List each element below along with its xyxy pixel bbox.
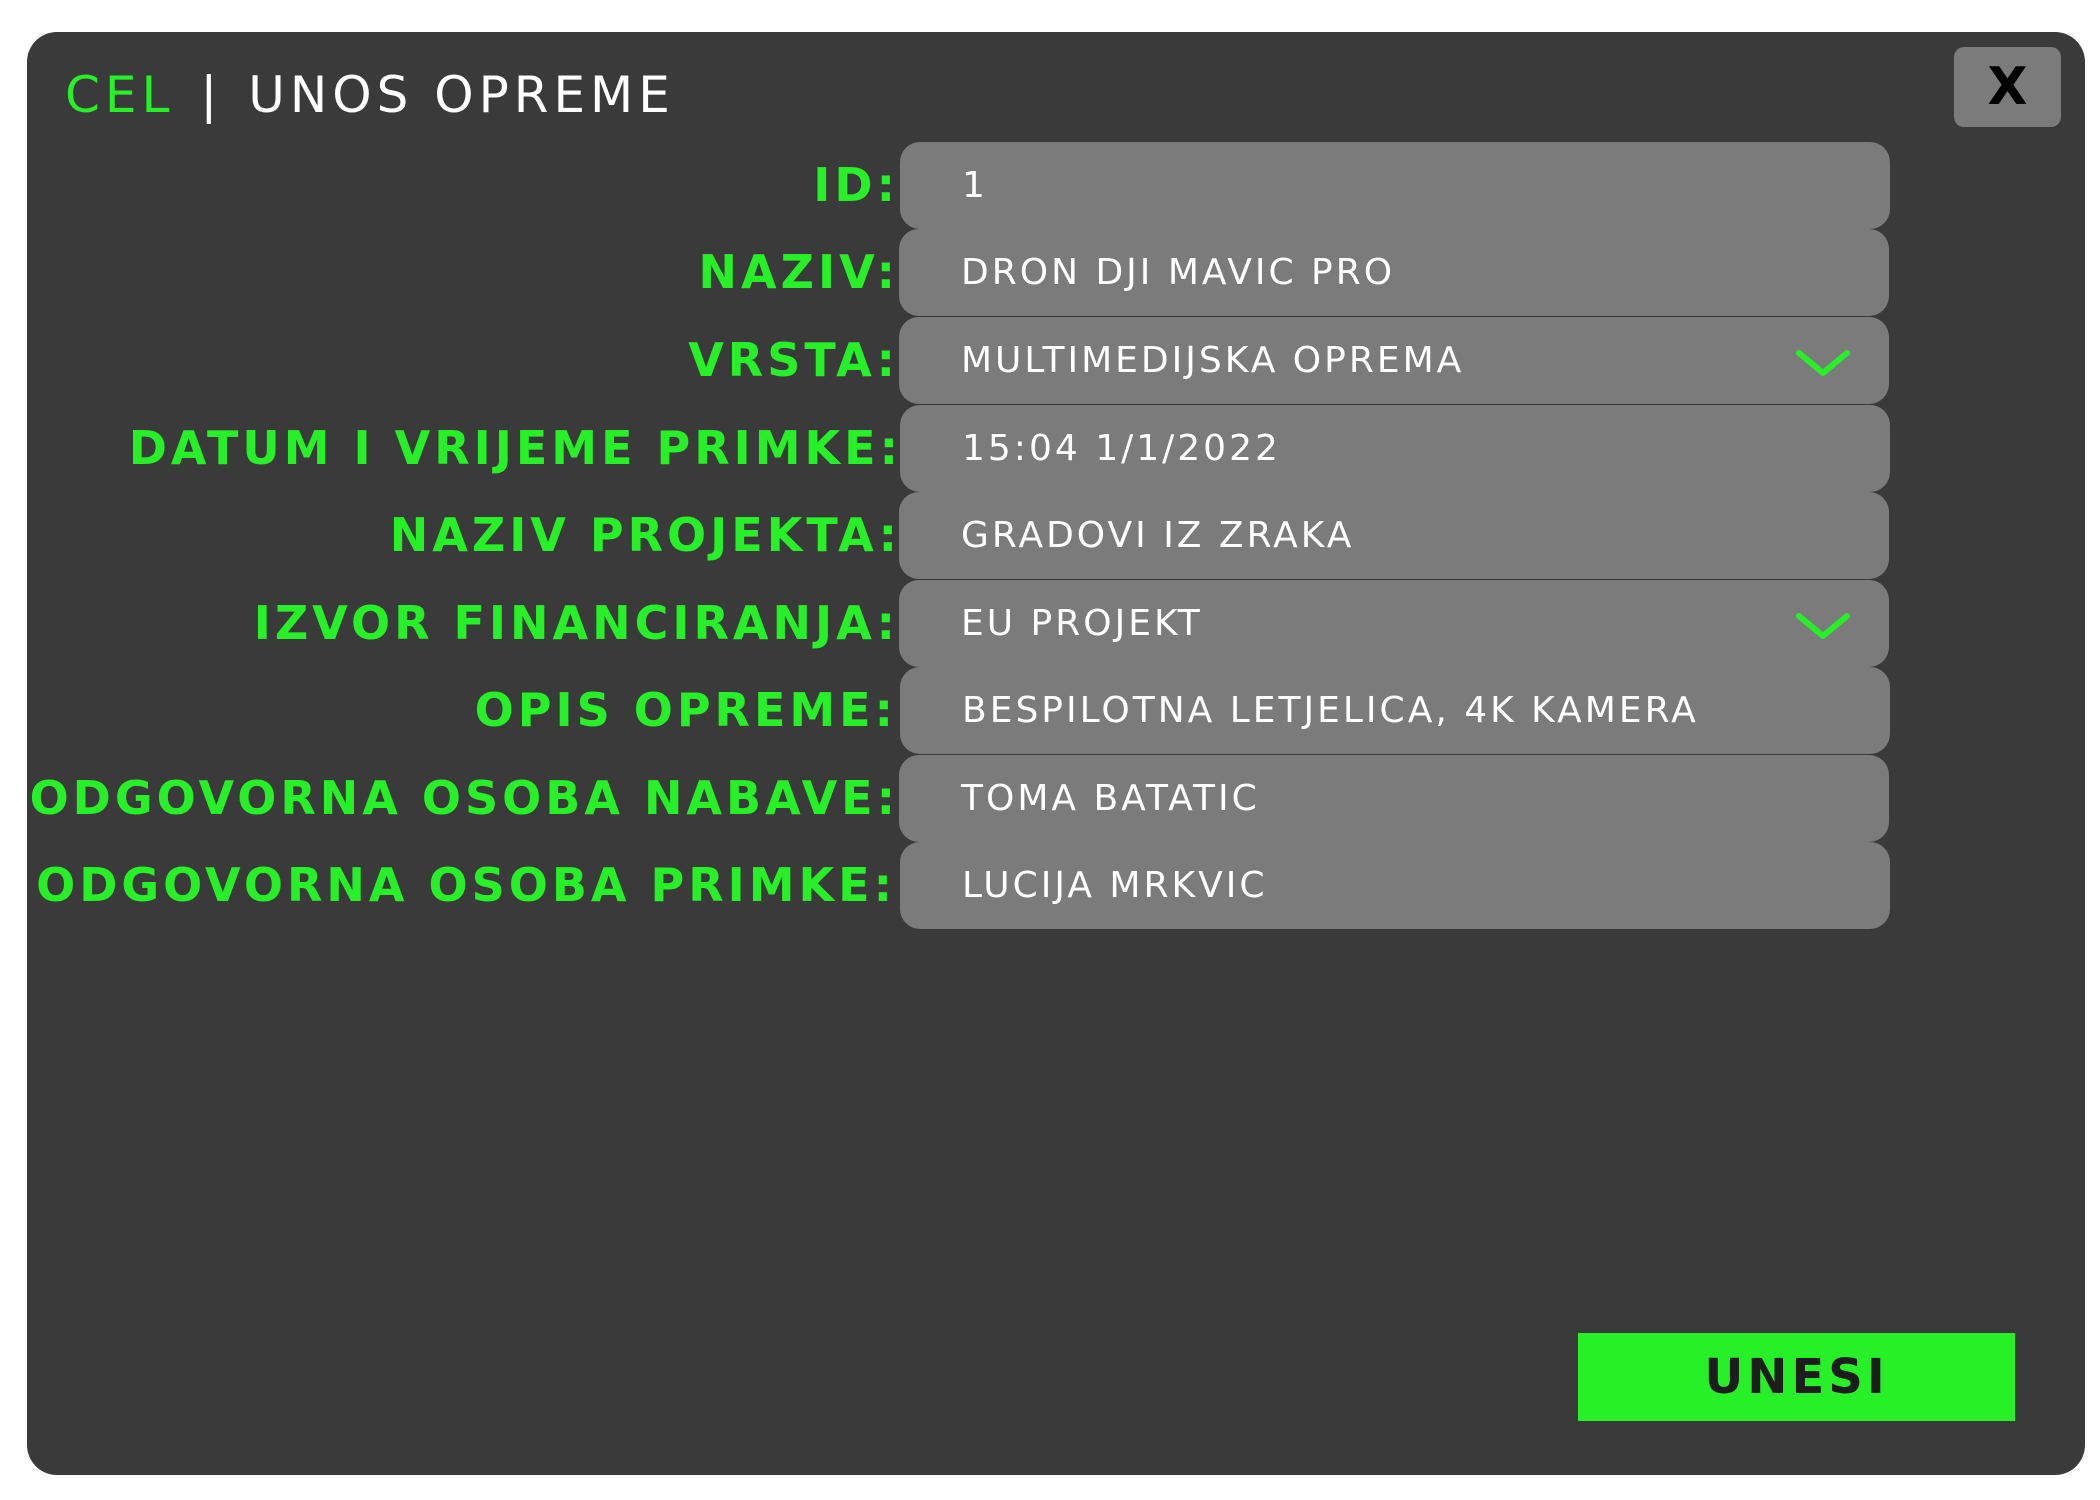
receipt-person-label: ODGOVORNA OSOBA PRIMKE: <box>36 858 896 912</box>
submit-button[interactable]: UNESI <box>1578 1333 2015 1421</box>
datetime-label: DATUM I VRIJEME PRIMKE: <box>128 421 902 475</box>
form-row-datetime: DATUM I VRIJEME PRIMKE: 15:04 1/1/2022 <box>27 405 1907 492</box>
form-row-id: ID: 1 <box>27 142 1907 229</box>
dialog-title: CEL | UNOS OPREME <box>65 60 675 130</box>
receipt-person-field[interactable]: LUCIJA MRKVIC <box>900 842 1890 929</box>
project-label: NAZIV PROJEKTA: <box>389 508 901 562</box>
form-row-type: VRSTA: MULTIMEDIJSKA OPREMA <box>27 317 1907 404</box>
page-title: UNOS OPREME <box>248 66 675 124</box>
chevron-down-icon[interactable] <box>1795 347 1851 377</box>
description-field[interactable]: BESPILOTNA LETJELICA, 4K KAMERA <box>900 667 1890 754</box>
brand-label: CEL <box>65 66 175 124</box>
title-separator: | <box>200 66 223 124</box>
form-row-receipt-person: ODGOVORNA OSOBA PRIMKE: LUCIJA MRKVIC <box>27 842 1907 929</box>
funding-select[interactable]: EU PROJEKT <box>899 580 1889 667</box>
description-label: OPIS OPREME: <box>474 683 897 737</box>
form-row-funding: IZVOR FINANCIRANJA: EU PROJEKT <box>27 580 1907 667</box>
type-label: VRSTA: <box>688 333 899 387</box>
type-select[interactable]: MULTIMEDIJSKA OPREMA <box>899 317 1889 404</box>
project-field[interactable]: GRADOVI IZ ZRAKA <box>899 492 1889 579</box>
datetime-field[interactable]: 15:04 1/1/2022 <box>900 405 1890 492</box>
form-row-project: NAZIV PROJEKTA: GRADOVI IZ ZRAKA <box>27 492 1907 579</box>
chevron-down-icon[interactable] <box>1795 610 1851 640</box>
name-field[interactable]: DRON DJI MAVIC PRO <box>899 229 1889 316</box>
procurement-person-label: ODGOVORNA OSOBA NABAVE: <box>29 771 899 825</box>
form-row-procurement-person: ODGOVORNA OSOBA NABAVE: TOMA BATATIC <box>27 755 1907 842</box>
id-label: ID: <box>813 158 899 212</box>
close-button[interactable]: X <box>1954 47 2061 127</box>
funding-select-value: EU PROJEKT <box>961 603 1203 644</box>
type-select-value: MULTIMEDIJSKA OPREMA <box>961 340 1465 381</box>
id-field[interactable]: 1 <box>900 142 1890 229</box>
form-row-name: NAZIV: DRON DJI MAVIC PRO <box>27 229 1907 316</box>
equipment-entry-dialog: CEL | UNOS OPREME X ID: 1 NAZIV: DRON DJI … <box>27 32 2085 1475</box>
funding-label: IZVOR FINANCIRANJA: <box>253 596 899 650</box>
name-label: NAZIV: <box>698 245 899 299</box>
procurement-person-field[interactable]: TOMA BATATIC <box>899 755 1889 842</box>
form-row-description: OPIS OPREME: BESPILOTNA LETJELICA, 4K KA… <box>27 667 1907 754</box>
